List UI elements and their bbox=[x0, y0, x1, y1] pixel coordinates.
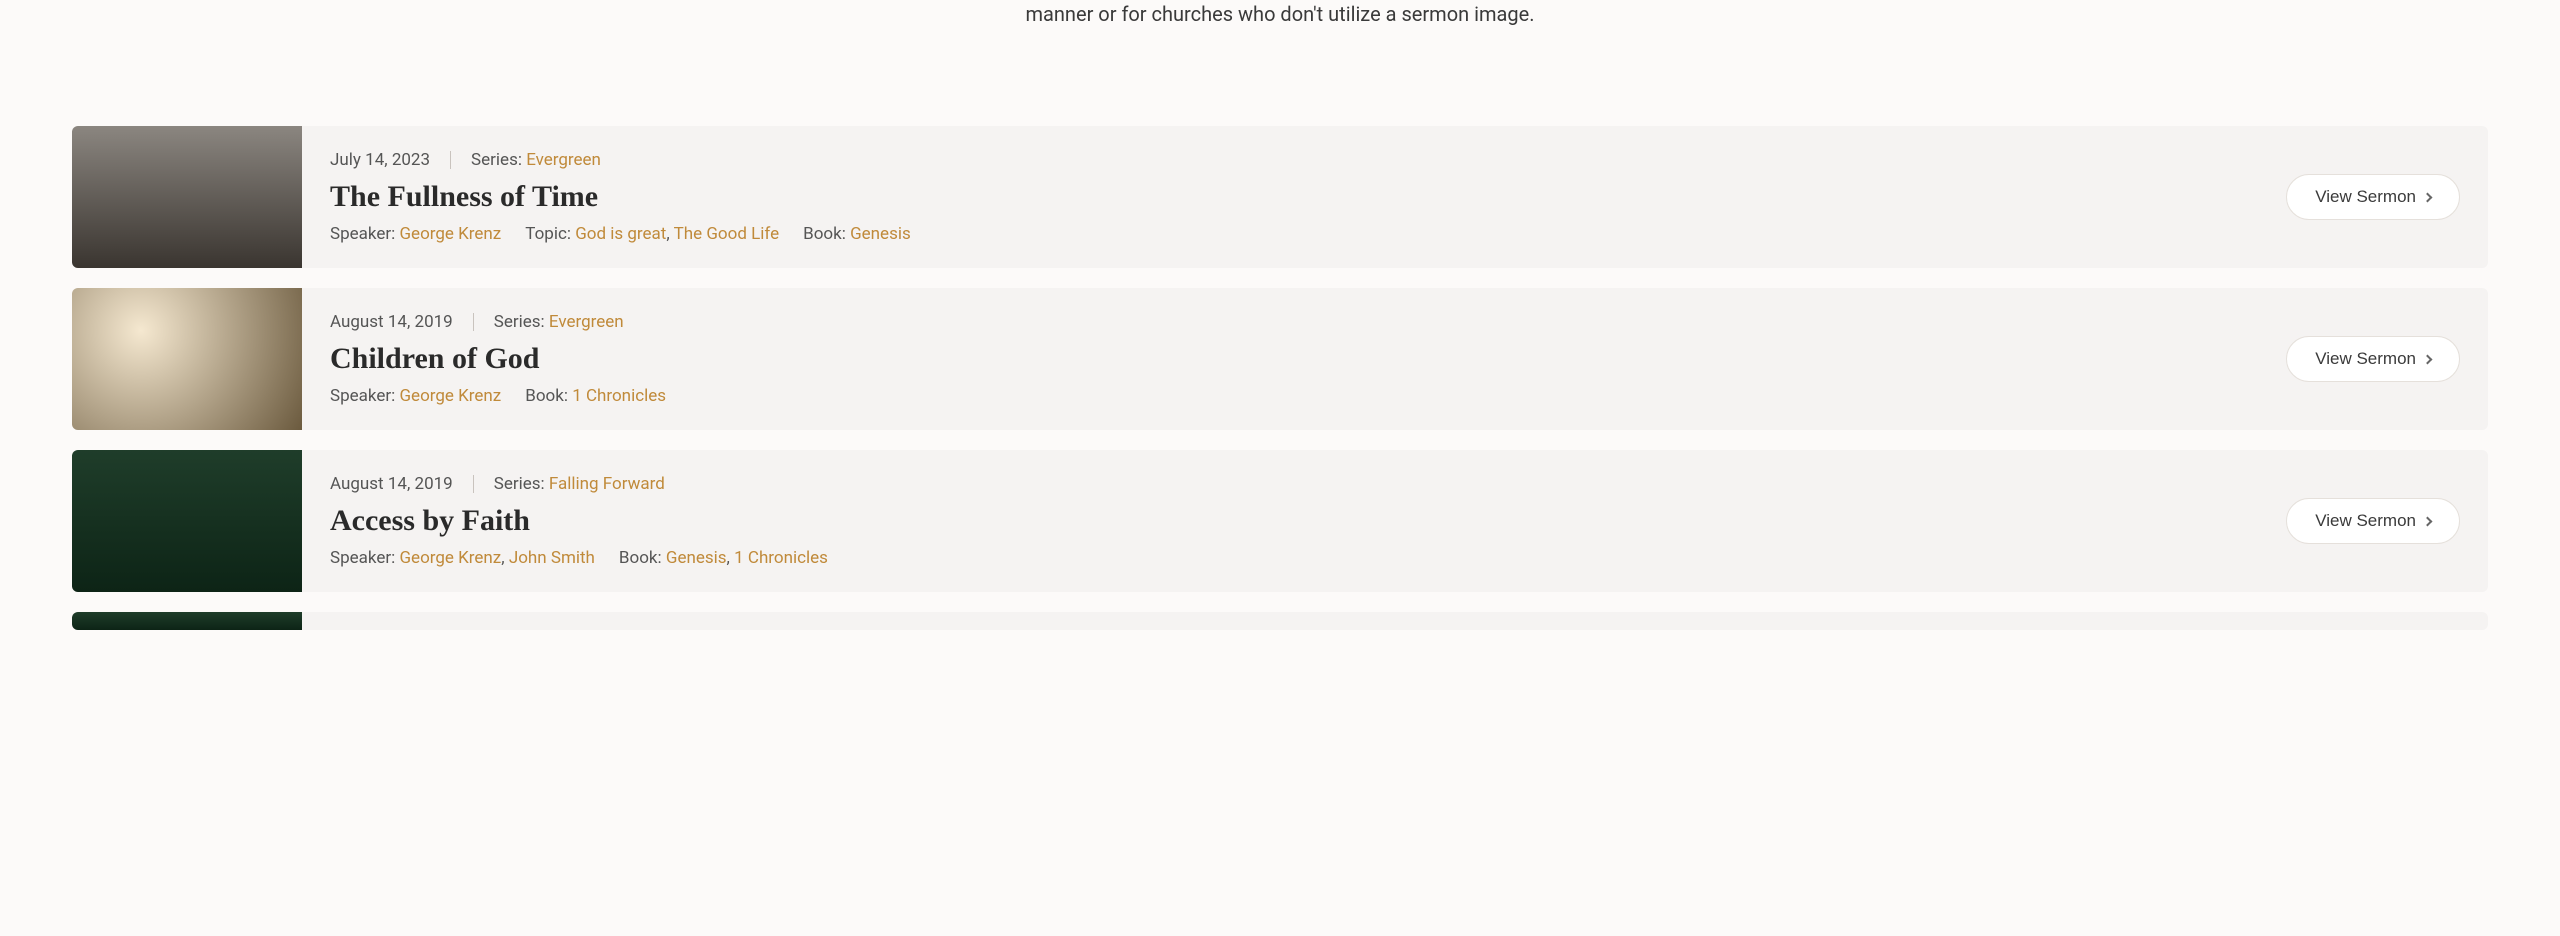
sermon-thumbnail[interactable] bbox=[72, 450, 302, 592]
chevron-right-icon bbox=[2423, 192, 2433, 202]
sermon-card: July 14, 2023 Series: Evergreen The Fullne… bbox=[72, 126, 2488, 268]
sermon-body bbox=[302, 612, 2488, 630]
sermon-card: August 14, 2019 Series: Falling Forward Ac… bbox=[72, 450, 2488, 592]
sermon-body: August 14, 2019 Series: Evergreen Children… bbox=[302, 288, 2286, 430]
view-sermon-button[interactable]: View Sermon bbox=[2286, 498, 2460, 544]
chevron-right-icon bbox=[2423, 354, 2433, 364]
speaker-label: Speaker: bbox=[330, 386, 399, 406]
book-group: Book: 1 Chronicles bbox=[525, 386, 666, 406]
speaker-link[interactable]: George Krenz bbox=[399, 386, 501, 406]
sermon-title[interactable]: The Fullness of Time bbox=[330, 180, 2258, 214]
view-sermon-button[interactable]: View Sermon bbox=[2286, 174, 2460, 220]
speaker-label: Speaker: bbox=[330, 224, 399, 244]
book-group: Book: Genesis, 1 Chronicles bbox=[619, 548, 828, 568]
chevron-right-icon bbox=[2423, 516, 2433, 526]
book-link[interactable]: Genesis bbox=[850, 224, 911, 244]
speaker-group: Speaker: George Krenz bbox=[330, 386, 501, 406]
topic-label: Topic: bbox=[525, 224, 575, 244]
separator: , bbox=[666, 224, 673, 244]
speaker-group: Speaker: George Krenz, John Smith bbox=[330, 548, 595, 568]
sermon-date: August 14, 2019 bbox=[330, 312, 453, 332]
sermon-list: July 14, 2023 Series: Evergreen The Fullne… bbox=[0, 126, 2560, 630]
speaker-link[interactable]: John Smith bbox=[509, 548, 595, 568]
book-label: Book: bbox=[525, 386, 572, 406]
sermon-detail-row: Speaker: George Krenz Topic: God is great… bbox=[330, 224, 2258, 244]
view-sermon-button[interactable]: View Sermon bbox=[2286, 336, 2460, 382]
book-group: Book: Genesis bbox=[803, 224, 911, 244]
book-link[interactable]: Genesis bbox=[666, 548, 727, 568]
series-group: Series: Evergreen bbox=[494, 312, 624, 332]
sermon-date: July 14, 2023 bbox=[330, 150, 430, 170]
meta-divider bbox=[473, 313, 474, 331]
sermon-detail-row: Speaker: George Krenz Book: 1 Chronicles bbox=[330, 386, 2258, 406]
speaker-link[interactable]: George Krenz bbox=[399, 224, 501, 244]
separator: , bbox=[501, 548, 509, 568]
sermon-title[interactable]: Children of God bbox=[330, 342, 2258, 376]
speaker-label: Speaker: bbox=[330, 548, 399, 568]
speaker-group: Speaker: George Krenz bbox=[330, 224, 501, 244]
series-label: Series: bbox=[494, 474, 549, 494]
sermon-thumbnail[interactable] bbox=[72, 288, 302, 430]
sermon-action: View Sermon bbox=[2286, 288, 2488, 430]
sermon-meta-row: August 14, 2019 Series: Evergreen bbox=[330, 312, 2258, 332]
view-sermon-button-label: View Sermon bbox=[2315, 349, 2416, 369]
book-label: Book: bbox=[619, 548, 666, 568]
sermon-body: July 14, 2023 Series: Evergreen The Fullne… bbox=[302, 126, 2286, 268]
page-header-text: manner or for churches who don't utilize… bbox=[0, 0, 2560, 26]
sermon-meta-row: August 14, 2019 Series: Falling Forward bbox=[330, 474, 2258, 494]
series-link[interactable]: Falling Forward bbox=[549, 474, 665, 494]
separator: , bbox=[727, 548, 735, 568]
topic-link[interactable]: God is great bbox=[575, 224, 666, 244]
series-group: Series: Evergreen bbox=[471, 150, 601, 170]
book-link[interactable]: 1 Chronicles bbox=[734, 548, 828, 568]
sermon-title[interactable]: Access by Faith bbox=[330, 504, 2258, 538]
sermon-action: View Sermon bbox=[2286, 126, 2488, 268]
series-link[interactable]: Evergreen bbox=[526, 150, 601, 170]
series-link[interactable]: Evergreen bbox=[549, 312, 624, 332]
view-sermon-button-label: View Sermon bbox=[2315, 511, 2416, 531]
view-sermon-button-label: View Sermon bbox=[2315, 187, 2416, 207]
meta-divider bbox=[473, 475, 474, 493]
speaker-link[interactable]: George Krenz bbox=[399, 548, 501, 568]
book-link[interactable]: 1 Chronicles bbox=[572, 386, 666, 406]
sermon-thumbnail[interactable] bbox=[72, 612, 302, 630]
series-group: Series: Falling Forward bbox=[494, 474, 665, 494]
meta-divider bbox=[450, 151, 451, 169]
series-label: Series: bbox=[494, 312, 549, 332]
book-label: Book: bbox=[803, 224, 850, 244]
topic-group: Topic: God is great, The Good Life bbox=[525, 224, 779, 244]
sermon-date: August 14, 2019 bbox=[330, 474, 453, 494]
sermon-body: August 14, 2019 Series: Falling Forward Ac… bbox=[302, 450, 2286, 592]
series-label: Series: bbox=[471, 150, 526, 170]
sermon-action: View Sermon bbox=[2286, 450, 2488, 592]
sermon-card: August 14, 2019 Series: Evergreen Children… bbox=[72, 288, 2488, 430]
sermon-card bbox=[72, 612, 2488, 630]
sermon-meta-row: July 14, 2023 Series: Evergreen bbox=[330, 150, 2258, 170]
topic-link[interactable]: The Good Life bbox=[674, 224, 780, 244]
sermon-thumbnail[interactable] bbox=[72, 126, 302, 268]
sermon-detail-row: Speaker: George Krenz, John Smith Book: G… bbox=[330, 548, 2258, 568]
